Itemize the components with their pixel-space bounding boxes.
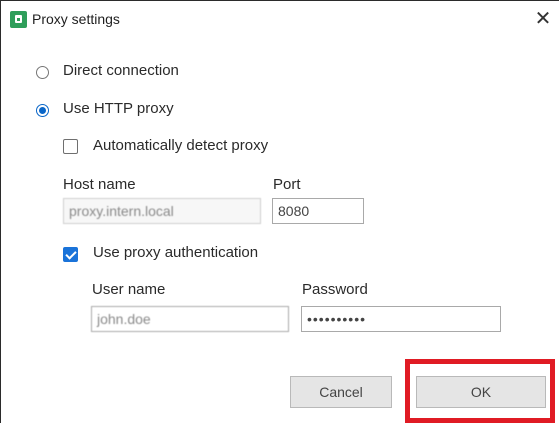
direct-connection-label[interactable]: Direct connection	[63, 62, 179, 79]
password-input[interactable]: ••••••••••	[301, 306, 501, 332]
close-button[interactable]: ✕	[531, 6, 555, 32]
proxy-app-icon	[10, 11, 27, 28]
title-bar: Proxy settings ✕	[1, 1, 558, 37]
port-label: Port	[273, 176, 301, 193]
cancel-button[interactable]: Cancel	[290, 376, 392, 408]
use-proxy-auth-checkbox[interactable]	[63, 247, 78, 262]
use-http-proxy-label[interactable]: Use HTTP proxy	[63, 100, 174, 117]
use-proxy-auth-label[interactable]: Use proxy authentication	[93, 244, 258, 261]
auto-detect-proxy-checkbox[interactable]	[63, 139, 78, 154]
user-name-input[interactable]: john.doe	[91, 306, 289, 332]
use-http-proxy-radio[interactable]	[36, 104, 49, 117]
user-name-label: User name	[92, 281, 166, 298]
port-input[interactable]: 8080	[272, 198, 364, 224]
password-label: Password	[302, 281, 368, 298]
dialog-title: Proxy settings	[32, 11, 120, 27]
host-name-input[interactable]: proxy.intern.local	[63, 198, 261, 224]
host-name-label: Host name	[63, 176, 136, 193]
direct-connection-radio[interactable]	[36, 66, 49, 79]
proxy-settings-dialog: Proxy settings ✕ Direct connection Use H…	[0, 0, 559, 423]
auto-detect-proxy-label[interactable]: Automatically detect proxy	[93, 137, 268, 154]
close-icon: ✕	[534, 8, 552, 30]
ok-button-highlight	[405, 359, 555, 423]
